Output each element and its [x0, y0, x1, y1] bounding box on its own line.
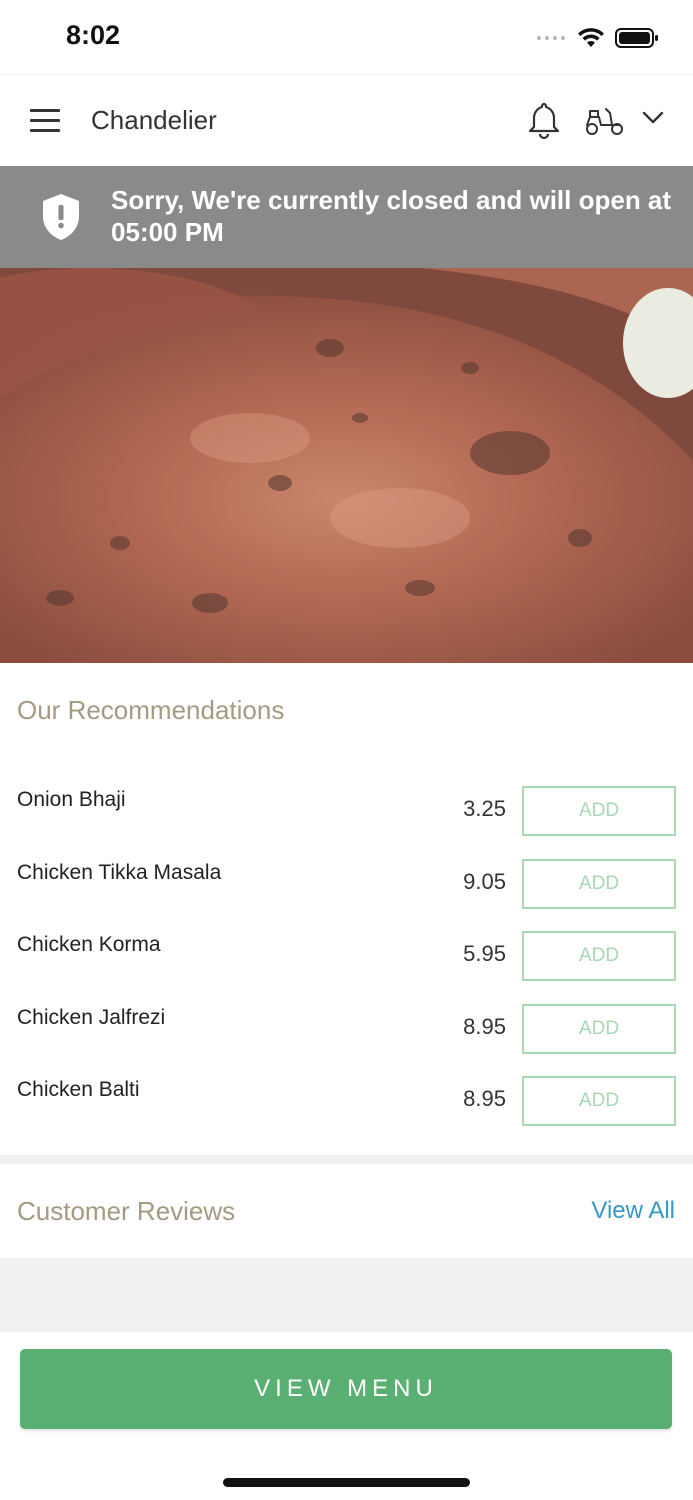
item-price: 3.25: [463, 796, 506, 821]
list-item: Onion Bhaji 3.25 ADD: [0, 772, 693, 845]
item-price: 8.95: [463, 1013, 506, 1039]
wifi-icon: [578, 28, 604, 47]
list-item: Chicken Balti 8.95 ADD: [0, 1062, 693, 1135]
bell-icon[interactable]: [526, 101, 562, 141]
food-photo: [0, 268, 693, 663]
battery-icon: [615, 28, 658, 48]
item-name: Chicken Jalfrezi: [17, 1005, 166, 1029]
item-name: Chicken Korma: [17, 933, 161, 956]
closed-notice-banner: Sorry, We're currently closed and will o…: [0, 166, 693, 268]
closed-notice-text: Sorry, We're currently closed and will o…: [111, 185, 672, 247]
add-button[interactable]: ADD: [522, 931, 676, 981]
restaurant-title: Chandelier: [91, 105, 217, 135]
section-divider: [0, 1155, 693, 1164]
shield-alert-icon: [43, 194, 79, 240]
reviews-heading: Customer Reviews: [17, 1196, 236, 1226]
item-price: 9.05: [463, 868, 506, 894]
list-item: Chicken Korma 5.95 ADD: [0, 917, 693, 990]
list-item: Chicken Jalfrezi 8.95 ADD: [0, 990, 693, 1063]
scooter-icon[interactable]: [584, 105, 626, 137]
status-icons: [537, 24, 659, 52]
item-name: Onion Bhaji: [17, 788, 126, 811]
hero-food-image: [0, 268, 693, 663]
item-name: Chicken Balti: [17, 1078, 140, 1101]
add-button[interactable]: ADD: [522, 858, 676, 909]
add-button[interactable]: ADD: [522, 1076, 676, 1126]
chevron-down-icon[interactable]: [642, 111, 664, 125]
list-item: Chicken Tikka Masala 9.05 ADD: [0, 845, 693, 918]
add-button[interactable]: ADD: [522, 786, 676, 836]
top-app-bar: Chandelier: [0, 74, 693, 166]
reviews-content-area: [0, 1258, 693, 1332]
add-button[interactable]: ADD: [522, 1003, 676, 1054]
recommendations-heading: Our Recommendations: [17, 695, 285, 725]
home-indicator[interactable]: [223, 1478, 470, 1487]
item-price: 8.95: [463, 1086, 506, 1111]
item-name: Chicken Tikka Masala: [17, 860, 222, 884]
status-time: 8:02: [66, 20, 121, 50]
status-bar: 8:02: [0, 0, 693, 72]
view-menu-button[interactable]: VIEW MENU: [20, 1349, 672, 1429]
hamburger-menu-icon[interactable]: [30, 109, 60, 133]
item-price: 5.95: [463, 941, 506, 966]
cellular-signal-icon: [537, 36, 565, 40]
recommendations-list: Onion Bhaji 3.25 ADD Chicken Tikka Masal…: [0, 772, 693, 1135]
view-all-reviews-link[interactable]: View All: [591, 1197, 675, 1225]
